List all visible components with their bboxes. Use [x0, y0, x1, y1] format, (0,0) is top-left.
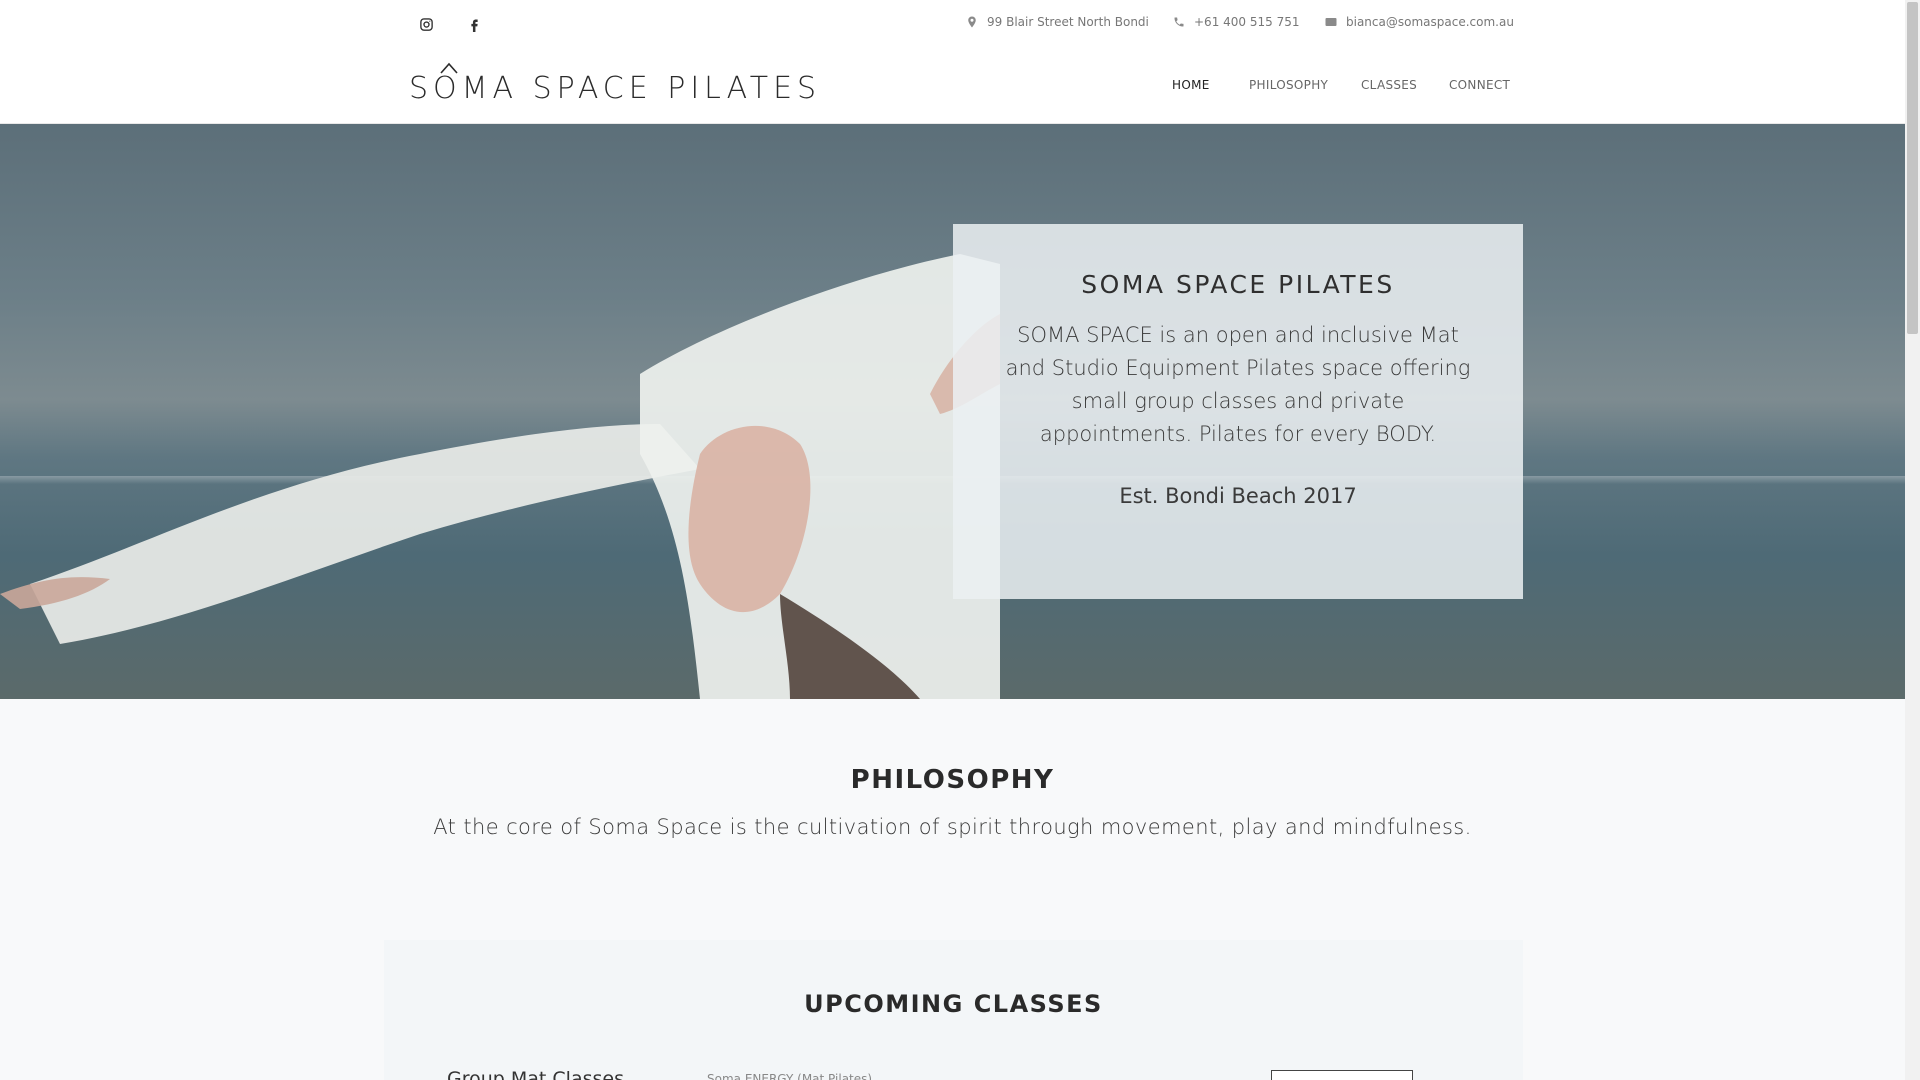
nav-connect[interactable]: CONNECT	[1449, 78, 1510, 92]
hero-banner: SOMA SPACE PILATES SOMA SPACE is an open…	[0, 124, 1905, 699]
class-description: Soma ENERGY (Mat Pilates)	[707, 1072, 873, 1080]
upcoming-classes-section: UPCOMING CLASSES Group Mat Classes Soma …	[384, 940, 1523, 1080]
address-text: 99 Blair Street North Bondi	[987, 15, 1149, 29]
address: 99 Blair Street North Bondi	[966, 15, 1149, 29]
nav-classes[interactable]: CLASSES	[1361, 78, 1417, 92]
logo-caret-icon	[440, 62, 458, 74]
hero-description: SOMA SPACE is an open and inclusive Mat …	[1005, 323, 1471, 446]
site-logo[interactable]: SOMA SPACE PILATES	[409, 58, 821, 108]
phone[interactable]: +61 400 515 751	[1173, 15, 1299, 29]
scrollbar-thumb[interactable]	[1907, 2, 1918, 334]
map-pin-icon	[968, 16, 976, 28]
class-book-button[interactable]	[1271, 1070, 1413, 1080]
phone-icon	[1174, 17, 1184, 27]
philosophy-text: At the core of Soma Space is the cultiva…	[433, 815, 1472, 839]
top-bar: 99 Blair Street North Bondi +61 400 515 …	[0, 0, 1905, 48]
nav-philosophy[interactable]: PHILOSOPHY	[1249, 78, 1328, 92]
instagram-icon[interactable]	[415, 13, 437, 35]
hero-card: SOMA SPACE PILATES SOMA SPACE is an open…	[953, 224, 1523, 599]
nav-home[interactable]: HOME	[1172, 78, 1210, 92]
envelope-icon	[1325, 18, 1337, 26]
logo-text: SOMA SPACE PILATES	[409, 71, 822, 106]
email[interactable]: bianca@somaspace.com.au	[1325, 15, 1514, 29]
philosophy-title: PHILOSOPHY	[850, 765, 1055, 795]
email-text: bianca@somaspace.com.au	[1346, 15, 1514, 29]
class-name: Group Mat Classes	[447, 1068, 624, 1080]
facebook-icon[interactable]	[463, 13, 485, 35]
hero-established: Est. Bondi Beach 2017	[1119, 484, 1357, 508]
classes-title: UPCOMING CLASSES	[804, 990, 1103, 1018]
hero-title: SOMA SPACE PILATES	[1081, 270, 1395, 299]
phone-text: +61 400 515 751	[1194, 15, 1300, 29]
hero-image	[0, 254, 1000, 699]
